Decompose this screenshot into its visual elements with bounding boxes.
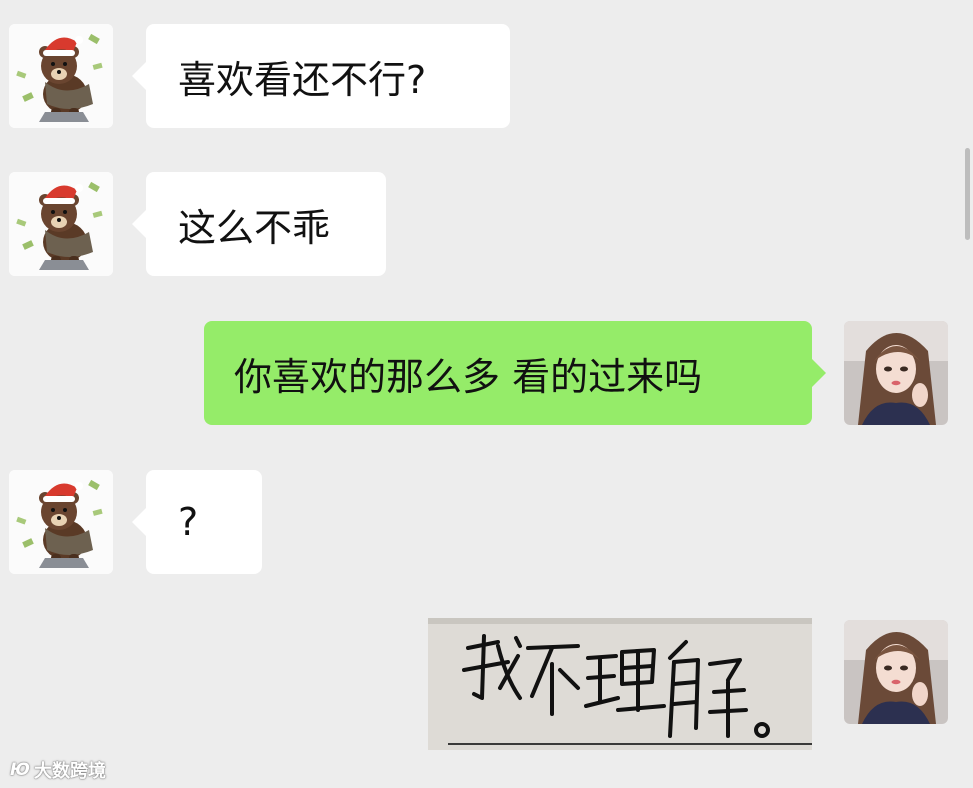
bear-avatar-icon — [9, 470, 113, 574]
message-bubble[interactable]: ? — [132, 470, 262, 574]
message-bubble[interactable]: 喜欢看还不行? — [132, 24, 510, 128]
own-avatar[interactable] — [844, 321, 948, 425]
sender-avatar[interactable] — [9, 470, 113, 574]
message-text: 这么不乖 — [178, 205, 331, 250]
image-message[interactable] — [428, 618, 812, 750]
girl-avatar-icon — [844, 620, 948, 724]
sender-avatar[interactable] — [9, 172, 113, 276]
bear-avatar-icon — [9, 172, 113, 276]
own-avatar[interactable] — [844, 620, 948, 724]
message-bubble[interactable]: 这么不乖 — [132, 172, 386, 276]
girl-avatar-icon — [844, 321, 948, 425]
watermark: Ю 大数跨境 — [10, 756, 106, 784]
sender-avatar[interactable] — [9, 24, 113, 128]
message-text: ? — [178, 500, 199, 544]
handwritten-note-image — [428, 618, 812, 750]
scrollbar[interactable] — [965, 148, 970, 240]
watermark-logo: Ю — [10, 760, 30, 780]
message-text: 喜欢看还不行? — [178, 57, 427, 102]
message-text: 你喜欢的那么多 看的过来吗 — [234, 354, 703, 399]
watermark-text: 大数跨境 — [33, 761, 106, 782]
bear-avatar-icon — [9, 24, 113, 128]
message-bubble-outgoing[interactable]: 你喜欢的那么多 看的过来吗 — [204, 321, 826, 425]
